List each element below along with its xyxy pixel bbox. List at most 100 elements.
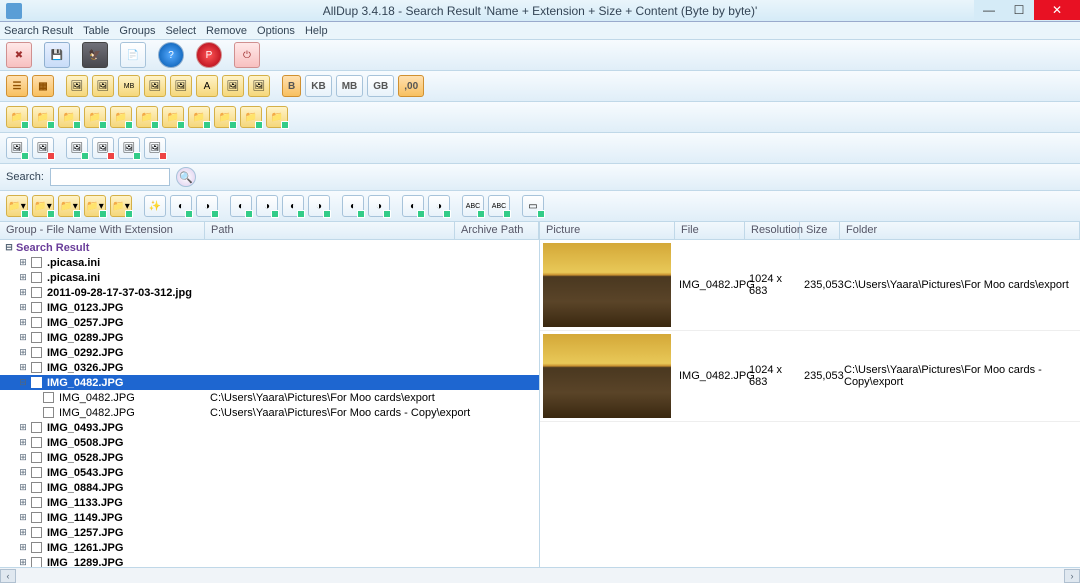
tree-group[interactable]: ⊞IMG_1257.JPG [0,525,539,540]
tree-group[interactable]: ⊞IMG_0508.JPG [0,435,539,450]
detail-body[interactable]: IMG_0482.JPG1024 x 683235,053C:\Users\Ya… [540,240,1080,567]
col-folder[interactable]: Folder [840,222,1080,239]
search-button[interactable]: 🔍 [176,167,196,187]
img-check-1[interactable]: 🖼 [6,137,28,159]
sel-btn-4[interactable]: 📁▾ [84,195,106,217]
sel-btn-abc1[interactable]: ABC [462,195,484,217]
tree-body[interactable]: ⊟Search Result⊞.picasa.ini⊞.picasa.ini⊞2… [0,240,539,567]
tree-group[interactable]: ⊞IMG_0257.JPG [0,315,539,330]
view-list-button[interactable]: ☰ [6,75,28,97]
sel-btn-11[interactable]: ◐ [282,195,304,217]
folder-btn-3[interactable]: 📁 [58,106,80,128]
tree-group[interactable]: ⊞.picasa.ini [0,255,539,270]
tree-group[interactable]: ⊞IMG_0528.JPG [0,450,539,465]
sel-btn-14[interactable]: ◑ [368,195,390,217]
tree-group[interactable]: ⊞.picasa.ini [0,270,539,285]
menu-search-result[interactable]: Search Result [4,25,73,37]
sel-btn-13[interactable]: ◐ [342,195,364,217]
sel-btn-17[interactable]: ▭ [522,195,544,217]
size-dec-button[interactable]: ,00 [398,75,424,97]
menu-groups[interactable]: Groups [119,25,155,37]
tree-group[interactable]: ⊞IMG_0543.JPG [0,465,539,480]
sel-btn-1[interactable]: 📁▾ [6,195,28,217]
sel-btn-16[interactable]: ◑ [428,195,450,217]
scroll-right-button[interactable]: › [1064,569,1080,583]
folder-btn-5[interactable]: 📁 [110,106,132,128]
tree-file[interactable]: IMG_0482.JPGC:\Users\Yaara\Pictures\For … [0,390,539,405]
tree-group[interactable]: ⊞IMG_1133.JPG [0,495,539,510]
tree-group[interactable]: ⊞2011-09-28-17-37-03-312.jpg [0,285,539,300]
size-gb-button[interactable]: GB [367,75,394,97]
menu-help[interactable]: Help [305,25,328,37]
tree-root[interactable]: ⊟Search Result [0,240,539,255]
col-archive[interactable]: Archive Path [455,222,539,239]
menu-options[interactable]: Options [257,25,295,37]
img-check-3[interactable]: 🖼 [66,137,88,159]
folder-btn-9[interactable]: 📁 [214,106,236,128]
tree-group[interactable]: ⊞IMG_0292.JPG [0,345,539,360]
sel-btn-5[interactable]: 📁▾ [110,195,132,217]
maximize-button[interactable]: ☐ [1004,0,1034,20]
col-group[interactable]: Group - File Name With Extension [0,222,205,239]
minimize-button[interactable]: — [974,0,1004,20]
folder-btn-11[interactable]: 📁 [266,106,288,128]
tree-file[interactable]: IMG_0482.JPGC:\Users\Yaara\Pictures\For … [0,405,539,420]
folder-btn-10[interactable]: 📁 [240,106,262,128]
detail-row[interactable]: IMG_0482.JPG1024 x 683235,053C:\Users\Ya… [540,331,1080,422]
tree-group[interactable]: ⊟IMG_0482.JPG [0,375,539,390]
view-icon-5[interactable]: 🖼 [222,75,244,97]
view-grid-button[interactable]: ▦ [32,75,54,97]
document-button[interactable]: 📄 [120,42,146,68]
folder-btn-7[interactable]: 📁 [162,106,184,128]
horizontal-scrollbar[interactable]: ‹ › [0,567,1080,583]
close-button[interactable]: ✕ [1034,0,1080,20]
tree-group[interactable]: ⊞IMG_0326.JPG [0,360,539,375]
search-input[interactable] [50,168,170,186]
view-icon-1[interactable]: 🖼 [66,75,88,97]
view-icon-6[interactable]: 🖼 [248,75,270,97]
menu-table[interactable]: Table [83,25,109,37]
tree-group[interactable]: ⊞IMG_0123.JPG [0,300,539,315]
tree-group[interactable]: ⊞IMG_0884.JPG [0,480,539,495]
sel-btn-9[interactable]: ◐ [230,195,252,217]
sel-btn-10[interactable]: ◑ [256,195,278,217]
view-icon-4[interactable]: 🖼 [170,75,192,97]
scroll-left-button[interactable]: ‹ [0,569,16,583]
menu-remove[interactable]: Remove [206,25,247,37]
power-button[interactable]: ⏻ [234,42,260,68]
col-file[interactable]: File [675,222,745,239]
tree-group[interactable]: ⊞IMG_1149.JPG [0,510,539,525]
tree-group[interactable]: ⊞IMG_0289.JPG [0,330,539,345]
sel-btn-6[interactable]: ✨ [144,195,166,217]
view-mb-button[interactable]: MB [118,75,140,97]
detail-row[interactable]: IMG_0482.JPG1024 x 683235,053C:\Users\Ya… [540,240,1080,331]
folder-btn-2[interactable]: 📁 [32,106,54,128]
col-size[interactable]: Size [800,222,840,239]
img-check-4[interactable]: 🖼 [92,137,114,159]
col-resolution[interactable]: Resolution [745,222,800,239]
tree-group[interactable]: ⊞IMG_1261.JPG [0,540,539,555]
img-check-2[interactable]: 🖼 [32,137,54,159]
sel-btn-8[interactable]: ◑ [196,195,218,217]
tree-group[interactable]: ⊞IMG_0493.JPG [0,420,539,435]
sel-btn-3[interactable]: 📁▾ [58,195,80,217]
folder-btn-1[interactable]: 📁 [6,106,28,128]
help-button[interactable]: ? [158,42,184,68]
pinterest-button[interactable]: P [196,42,222,68]
folder-btn-8[interactable]: 📁 [188,106,210,128]
folder-btn-6[interactable]: 📁 [136,106,158,128]
col-picture[interactable]: Picture [540,222,675,239]
sel-btn-7[interactable]: ◐ [170,195,192,217]
folder-btn-4[interactable]: 📁 [84,106,106,128]
view-a-button[interactable]: A [196,75,218,97]
col-path[interactable]: Path [205,222,455,239]
img-check-5[interactable]: 🖼 [118,137,140,159]
view-icon-3[interactable]: 🖼 [144,75,166,97]
sel-btn-abc2[interactable]: ABC [488,195,510,217]
save-button[interactable]: 💾 [44,42,70,68]
delete-button[interactable]: ✖ [6,42,32,68]
tree-group[interactable]: ⊞IMG_1289.JPG [0,555,539,567]
view-icon-2[interactable]: 🖼 [92,75,114,97]
size-b-button[interactable]: B [282,75,301,97]
size-kb-button[interactable]: KB [305,75,331,97]
